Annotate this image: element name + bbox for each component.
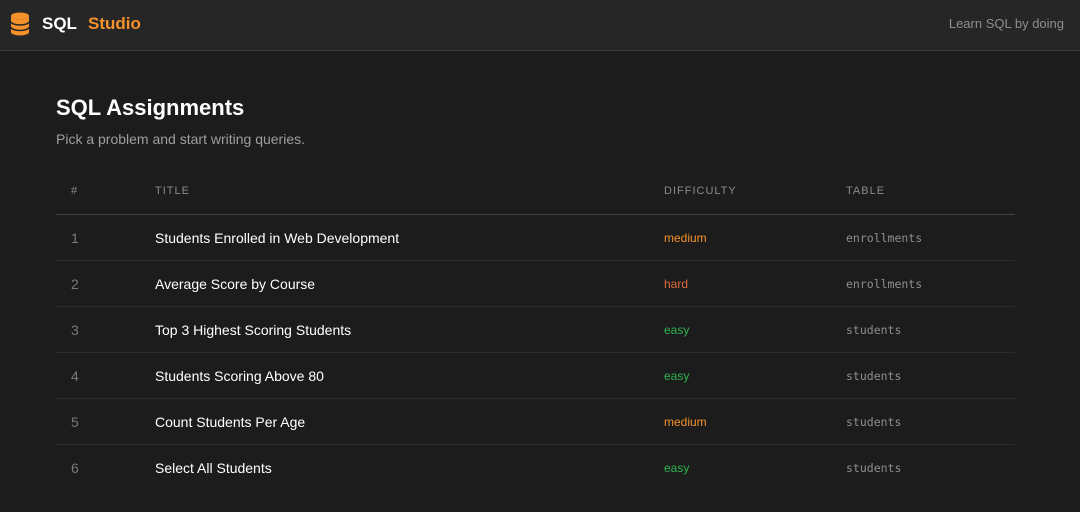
row-number: 1 [56,214,155,261]
brand-name[interactable]: SQL [42,14,77,34]
column-header-difficulty: DIFFICULTY [664,168,846,215]
assignment-title[interactable]: Count Students Per Age [155,398,664,445]
assignment-title[interactable]: Students Scoring Above 80 [155,352,664,399]
difficulty-badge: easy [664,352,846,399]
assignment-title[interactable]: Top 3 Highest Scoring Students [155,306,664,353]
column-header-table: TABLE [846,168,1015,215]
row-number: 3 [56,306,155,353]
page-title: SQL Assignments [56,95,245,120]
difficulty-badge: medium [664,398,846,445]
table-name: students [846,460,902,475]
row-number: 2 [56,260,155,307]
row-number: 5 [56,398,155,445]
assignments-table: # TITLE DIFFICULTY TABLE 1 Students Enro… [56,168,1015,490]
table-header-row: # TITLE DIFFICULTY TABLE [56,168,1015,215]
table-row[interactable]: 3 Top 3 Highest Scoring Students easy st… [56,306,1015,353]
assignment-title[interactable]: Average Score by Course [155,260,664,307]
tagline: Learn SQL by doing [948,16,1064,31]
top-bar: SQL Studio Learn SQL by doing [0,0,1080,51]
assignment-title[interactable]: Select All Students [155,445,664,491]
table-row[interactable]: 5 Count Students Per Age medium students [56,398,1015,445]
table-name: students [846,352,1015,399]
table-name: students [846,398,1015,445]
row-number: 6 [71,459,79,476]
table-row[interactable]: 4 Students Scoring Above 80 easy student… [56,352,1015,399]
row-number: 4 [56,352,155,399]
table-row[interactable]: 6 Select All Students easy students [56,445,1015,491]
difficulty-badge: easy [664,306,846,353]
difficulty-badge: medium [664,214,846,261]
difficulty-badge: easy [664,460,690,475]
brand-accent[interactable]: Studio [88,14,141,34]
database-icon[interactable] [10,12,30,36]
difficulty-badge: hard [664,260,846,307]
table-name: enrollments [846,214,1015,261]
column-header-title: TITLE [155,168,664,215]
column-header-number: # [56,168,155,215]
page-subtitle: Pick a problem and start writing queries… [56,131,305,147]
table-row[interactable]: 2 Average Score by Course hard enrollmen… [56,260,1015,307]
table-row[interactable]: 1 Students Enrolled in Web Development m… [56,214,1015,261]
table-name: enrollments [846,260,1015,307]
assignment-title[interactable]: Students Enrolled in Web Development [155,214,664,261]
table-name: students [846,306,1015,353]
